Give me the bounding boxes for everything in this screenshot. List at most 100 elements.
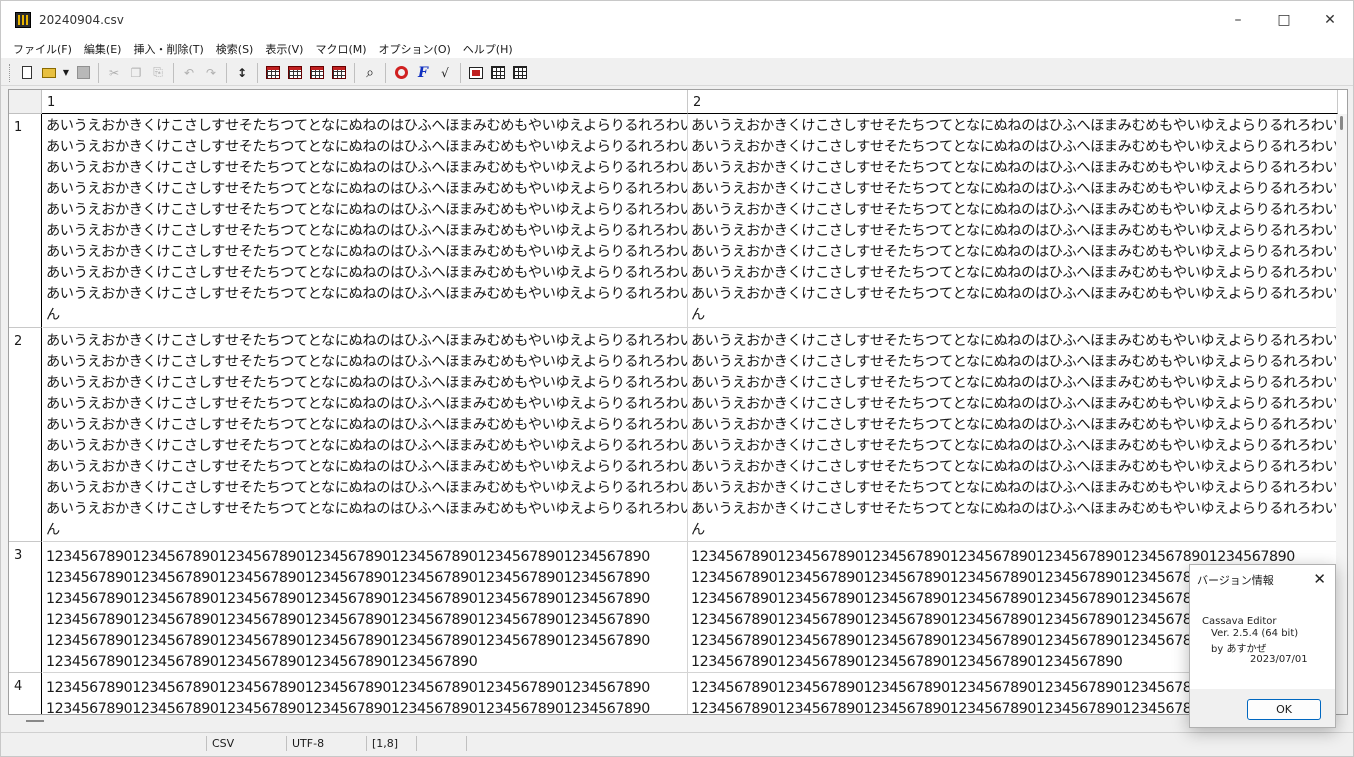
macro-button[interactable]: √ xyxy=(434,62,456,84)
grid-lines-button[interactable] xyxy=(509,62,531,84)
cell-line: あいうえおかきくけこさしすせそたちつてとなにぬねのはひふへほまみむめもやいゆえよ… xyxy=(46,181,688,197)
app-version: Ver. 2.5.4 (64 bit) xyxy=(1211,628,1299,639)
new-document-icon xyxy=(22,66,32,79)
copy-button[interactable]: ❐ xyxy=(125,62,147,84)
cell-line: あいうえおかきくけこさしすせそたちつてとなにぬねのはひふへほまみむめもやいゆえよ… xyxy=(46,501,688,517)
cell-line: あいうえおかきくけこさしすせそたちつてとなにぬねのはひふへほまみむめもやいゆえよ… xyxy=(46,459,688,475)
redo-icon: ↷ xyxy=(205,65,217,80)
cell-line: あいうえおかきくけこさしすせそたちつてとなにぬねのはひふへほまみむめもやいゆえよ… xyxy=(691,244,1338,260)
cell-line: あいうえおかきくけこさしすせそたちつてとなにぬねのはひふへほまみむめもやいゆえよ… xyxy=(691,417,1338,433)
horizontal-scroll-thumb[interactable] xyxy=(26,720,44,722)
cell-r2-c1[interactable]: あいうえおかきくけこさしすせそたちつてとなにぬねのはひふへほまみむめもやいゆえよ… xyxy=(43,328,688,542)
fixed-cells-icon xyxy=(469,66,483,79)
menu-edit[interactable]: 編集(E) xyxy=(78,41,128,57)
select-all-corner[interactable] xyxy=(9,90,42,114)
cell-line: あいうえおかきくけこさしすせそたちつてとなにぬねのはひふへほまみむめもやいゆえよ… xyxy=(46,417,688,433)
column-header-2[interactable]: 2 xyxy=(688,90,1338,114)
column-header-1[interactable]: 1 xyxy=(42,90,688,114)
toolbar-separator xyxy=(173,62,174,83)
app-name: Cassava Editor xyxy=(1202,616,1277,627)
insert-row-button[interactable] xyxy=(262,62,284,84)
window-title: 20240904.csv xyxy=(39,13,124,27)
cell-r4-c1[interactable]: 1234567890123456789012345678901234567890… xyxy=(43,673,688,714)
insert-column-icon xyxy=(288,66,302,79)
new-file-button[interactable] xyxy=(16,62,38,84)
spreadsheet-grid[interactable]: 1 2 1 あいうえおかきくけこさしすせそたちつてとなにぬねのはひふへほまみむめ… xyxy=(8,89,1348,715)
vertical-scrollbar[interactable] xyxy=(1336,114,1347,714)
menu-macro[interactable]: マクロ(M) xyxy=(309,41,372,57)
cell-line: あいうえおかきくけこさしすせそたちつてとなにぬねのはひふへほまみむめもやいゆえよ… xyxy=(46,223,688,239)
ok-button[interactable]: OK xyxy=(1247,699,1321,720)
cell-r2-c2[interactable]: あいうえおかきくけこさしすせそたちつてとなにぬねのはひふへほまみむめもやいゆえよ… xyxy=(688,328,1338,542)
scissors-icon: ✂ xyxy=(108,65,120,80)
menu-insert-delete[interactable]: 挿入・削除(T) xyxy=(127,41,209,57)
status-fill xyxy=(466,736,1346,751)
status-message xyxy=(1,736,206,751)
save-button[interactable] xyxy=(72,62,94,84)
menu-options[interactable]: オプション(O) xyxy=(373,41,457,57)
open-file-button[interactable] xyxy=(38,62,60,84)
cell-line: あいうえおかきくけこさしすせそたちつてとなにぬねのはひふへほまみむめもやいゆえよ… xyxy=(46,244,688,260)
toolbar-grip[interactable] xyxy=(9,63,12,82)
cell-line: あいうえおかきくけこさしすせそたちつてとなにぬねのはひふへほまみむめもやいゆえよ… xyxy=(691,118,1338,134)
redo-button[interactable]: ↷ xyxy=(200,62,222,84)
vertical-scroll-thumb[interactable] xyxy=(1340,116,1343,130)
row-header-4[interactable]: 4 xyxy=(9,673,42,714)
cell-line: あいうえおかきくけこさしすせそたちつてとなにぬねのはひふへほまみむめもやいゆえよ… xyxy=(691,181,1338,197)
menu-search[interactable]: 検索(S) xyxy=(210,41,260,57)
cell-r3-c1[interactable]: 1234567890123456789012345678901234567890… xyxy=(43,542,688,673)
cell-line: 1234567890123456789012345678901234567890… xyxy=(46,570,650,586)
status-format: CSV xyxy=(206,736,286,751)
toolbar: ▼ ✂ ❐ ⎘ ↶ ↷ ↕ ⌕ F √ xyxy=(1,60,1353,86)
cassava-app-icon[interactable] xyxy=(15,12,31,28)
status-extra xyxy=(416,736,466,751)
menu-view[interactable]: 表示(V) xyxy=(259,41,309,57)
font-button[interactable]: F xyxy=(412,62,434,84)
open-folder-icon xyxy=(42,67,56,78)
insert-column-button[interactable] xyxy=(284,62,306,84)
cell-line: あいうえおかきくけこさしすせそたちつてとなにぬねのはひふへほまみむめもやいゆえよ… xyxy=(691,459,1338,475)
menu-bar: ファイル(F) 編集(E) 挿入・削除(T) 検索(S) 表示(V) マクロ(M… xyxy=(1,39,1353,58)
row-header-1[interactable]: 1 xyxy=(9,114,42,328)
app-author: by あすかぜ xyxy=(1211,644,1267,655)
row-header-3[interactable]: 3 xyxy=(9,542,42,673)
cell-line: あいうえおかきくけこさしすせそたちつてとなにぬねのはひふへほまみむめもやいゆえよ… xyxy=(46,438,688,454)
sort-button[interactable]: ↕ xyxy=(231,62,253,84)
grid-view-button[interactable] xyxy=(487,62,509,84)
dialog-body: Cassava Editor Ver. 2.5.4 (64 bit) by あす… xyxy=(1190,593,1335,689)
cut-button[interactable]: ✂ xyxy=(103,62,125,84)
find-button[interactable]: ⌕ xyxy=(359,62,381,84)
open-recent-dropdown[interactable]: ▼ xyxy=(60,62,72,84)
paste-button[interactable]: ⎘ xyxy=(147,62,169,84)
title-bar: 20240904.csv – □ ✕ xyxy=(1,1,1353,39)
status-position: [1,8] xyxy=(366,736,416,751)
dialog-close-icon[interactable]: ✕ xyxy=(1313,570,1326,588)
cell-line: 1234567890123456789012345678901234567890… xyxy=(46,654,478,670)
cell-line: あいうえおかきくけこさしすせそたちつてとなにぬねのはひふへほまみむめもやいゆえよ… xyxy=(691,139,1338,155)
recalculate-button[interactable] xyxy=(390,62,412,84)
undo-button[interactable]: ↶ xyxy=(178,62,200,84)
status-bar: CSV UTF-8 [1,8] xyxy=(1,732,1353,752)
toolbar-separator xyxy=(257,62,258,83)
close-icon[interactable]: ✕ xyxy=(1307,1,1353,39)
menu-file[interactable]: ファイル(F) xyxy=(7,41,78,57)
cell-r1-c1[interactable]: あいうえおかきくけこさしすせそたちつてとなにぬねのはひふへほまみむめもやいゆえよ… xyxy=(43,114,688,328)
font-icon: F xyxy=(418,64,428,81)
cell-line: あいうえおかきくけこさしすせそたちつてとなにぬねのはひふへほまみむめもやいゆえよ… xyxy=(691,438,1338,454)
window-controls: – □ ✕ xyxy=(1215,1,1353,39)
menu-help[interactable]: ヘルプ(H) xyxy=(457,41,519,57)
cell-r1-c2[interactable]: あいうえおかきくけこさしすせそたちつてとなにぬねのはひふへほまみむめもやいゆえよ… xyxy=(688,114,1338,328)
maximize-icon[interactable]: □ xyxy=(1261,1,1307,39)
toolbar-separator xyxy=(460,62,461,83)
delete-column-button[interactable] xyxy=(328,62,350,84)
delete-row-button[interactable] xyxy=(306,62,328,84)
save-icon xyxy=(76,66,90,79)
minimize-icon[interactable]: – xyxy=(1215,1,1261,39)
fixed-cells-button[interactable] xyxy=(465,62,487,84)
grid-lines-icon xyxy=(513,66,527,79)
row-header-2[interactable]: 2 xyxy=(9,328,42,542)
status-encoding: UTF-8 xyxy=(286,736,366,751)
toolbar-separator xyxy=(385,62,386,83)
cell-line: ん xyxy=(46,522,60,538)
horizontal-scrollbar[interactable] xyxy=(8,715,1348,727)
